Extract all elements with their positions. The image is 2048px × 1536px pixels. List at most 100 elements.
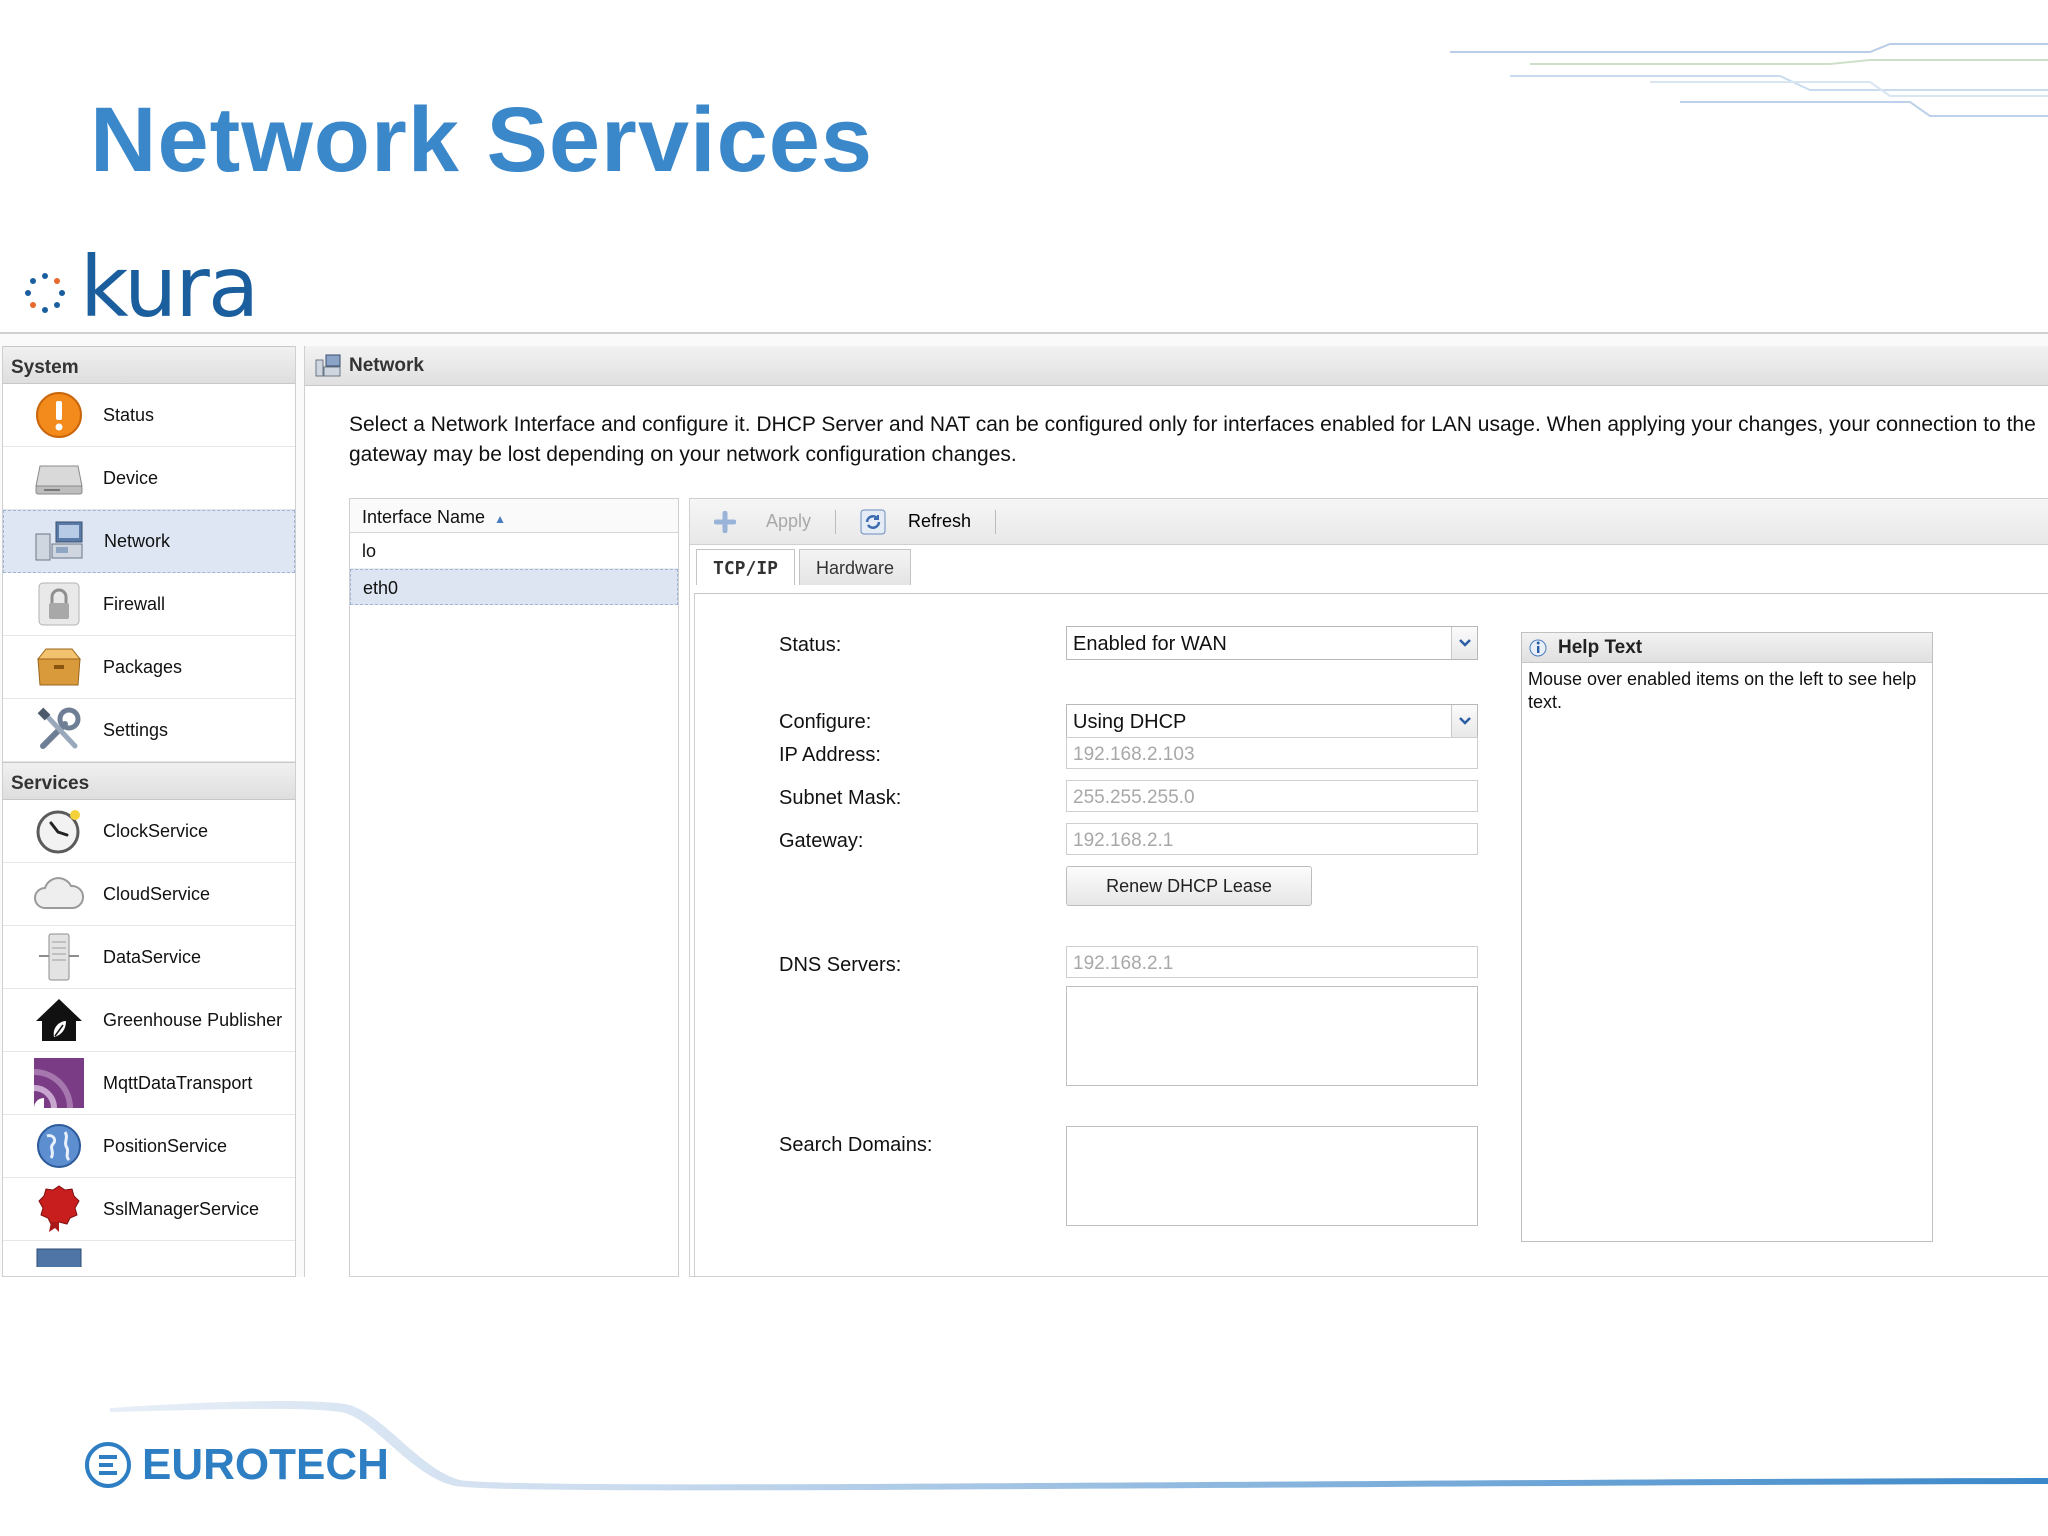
tab-tcp-ip[interactable]: TCP/IP xyxy=(696,549,796,585)
nav-item-settings[interactable]: Settings xyxy=(3,699,295,762)
monitor-icon xyxy=(33,1247,85,1278)
panel-header: Network xyxy=(305,346,2048,386)
ip-address-field[interactable]: 192.168.2.103 xyxy=(1066,737,1478,769)
nav-item-device[interactable]: Device xyxy=(3,447,295,510)
info-icon xyxy=(1529,639,1547,656)
search-domains-textarea[interactable] xyxy=(1066,1126,1478,1226)
chevron-down-icon xyxy=(1451,627,1477,659)
package-icon xyxy=(33,641,85,693)
status-label: Status: xyxy=(779,634,842,656)
network-icon xyxy=(34,516,86,568)
status-select[interactable]: Enabled for WAN xyxy=(1066,626,1478,660)
refresh-button[interactable]: Refresh xyxy=(846,507,985,537)
eurotech-logo-text: EUROTECH xyxy=(142,1440,389,1489)
search-domains-label: Search Domains: xyxy=(779,1134,933,1156)
nav-item-clockservice[interactable]: ClockService xyxy=(3,800,295,863)
configure-label: Configure: xyxy=(779,711,872,733)
nav-item-mqttdatatransport[interactable]: MqttDataTransport xyxy=(3,1052,295,1115)
interface-column-label: Interface Name xyxy=(362,507,486,527)
interface-table: Interface Name ▲ lo eth0 xyxy=(349,498,679,1277)
table-row[interactable]: lo xyxy=(350,533,678,569)
interface-config: Apply Refresh TCP/IP Hardware Status: En… xyxy=(689,498,2048,1277)
nav-label-network: Network xyxy=(104,531,171,551)
help-text-title: Help Text xyxy=(1558,636,1643,658)
subnet-mask-label: Subnet Mask: xyxy=(779,787,902,809)
dns-servers-field[interactable]: 192.168.2.1 xyxy=(1066,946,1478,978)
tab-hardware[interactable]: Hardware xyxy=(799,549,912,585)
config-toolbar: Apply Refresh xyxy=(690,499,2048,545)
apply-button[interactable]: Apply xyxy=(700,507,825,537)
network-panel: Network Select a Network Interface and c… xyxy=(304,346,2048,1277)
dns-servers-textarea[interactable] xyxy=(1066,986,1478,1086)
gateway-label: Gateway: xyxy=(779,830,864,852)
eurotech-emblem-icon xyxy=(85,1442,131,1488)
help-text-body: Mouse over enabled items on the left to … xyxy=(1528,669,1917,712)
nav-item-packages[interactable]: Packages xyxy=(3,636,295,699)
cloud-icon xyxy=(33,868,85,920)
slide-title: Network Services xyxy=(90,89,874,191)
refresh-icon xyxy=(860,509,886,534)
nav-label-firewall: Firewall xyxy=(103,593,166,614)
clock-icon xyxy=(33,805,85,857)
lock-icon xyxy=(33,578,85,630)
nav-item-dataservice[interactable]: DataService xyxy=(3,926,295,989)
configure-select-value: Using DHCP xyxy=(1073,711,1187,733)
nav-label-status: Status xyxy=(103,404,155,425)
nav-item-status[interactable]: Status xyxy=(3,384,295,447)
refresh-label: Refresh xyxy=(908,511,972,531)
chevron-down-icon xyxy=(1451,705,1477,737)
house-leaf-icon xyxy=(33,994,85,1046)
nav-label-cloudservice: CloudService xyxy=(103,883,211,904)
status-alert-icon xyxy=(33,389,85,441)
slide: Network Services kura System Status Devi… xyxy=(0,0,2048,1536)
status-select-value: Enabled for WAN xyxy=(1073,633,1227,655)
help-text-panel: Help Text Mouse over enabled items on th… xyxy=(1521,632,1933,1242)
nav-label-device: Device xyxy=(103,467,159,488)
subnet-mask-field[interactable]: 255.255.255.0 xyxy=(1066,780,1478,812)
kura-logo: kura xyxy=(22,252,259,336)
table-row[interactable]: eth0 xyxy=(350,569,678,605)
nav-item-cloudservice[interactable]: CloudService xyxy=(3,863,295,926)
plus-icon xyxy=(714,510,736,533)
apply-label: Apply xyxy=(766,511,812,531)
config-tabs: TCP/IP Hardware xyxy=(696,549,915,585)
kura-logo-text: kura xyxy=(80,252,259,336)
tools-icon xyxy=(33,704,85,756)
configure-select[interactable]: Using DHCP xyxy=(1066,704,1478,738)
nav-item-network[interactable]: Network xyxy=(3,510,295,573)
network-small-icon xyxy=(315,354,341,376)
toolbar-separator xyxy=(835,509,837,534)
help-text-header: Help Text xyxy=(1522,633,1932,663)
globe-icon xyxy=(33,1120,85,1172)
nav-label-clockservice: ClockService xyxy=(103,820,209,841)
seal-icon xyxy=(33,1183,85,1235)
panel-description: Select a Network Interface and configure… xyxy=(349,413,2036,466)
nav-item-sslmanagerservice[interactable]: SslManagerService xyxy=(3,1178,295,1241)
nav-item-firewall[interactable]: Firewall xyxy=(3,573,295,636)
nav-label-dataservice: DataService xyxy=(103,946,202,967)
app-header: kura xyxy=(0,252,2048,334)
signal-icon xyxy=(33,1057,85,1109)
interface-table-header[interactable]: Interface Name ▲ xyxy=(350,499,678,533)
kura-app-window: kura System Status Device Network Firewa… xyxy=(0,252,2048,1277)
nav-item-partial[interactable] xyxy=(3,1241,295,1277)
nav-label-packages: Packages xyxy=(103,656,183,677)
nav-label-settings: Settings xyxy=(103,719,169,740)
sort-ascending-icon: ▲ xyxy=(494,512,506,526)
tcp-ip-form: Status: Enabled for WAN Configure: Using… xyxy=(694,593,2048,1276)
nav-label-sslmanagerservice: SslManagerService xyxy=(103,1198,260,1219)
nav-label-mqttdatatransport: MqttDataTransport xyxy=(103,1072,253,1093)
eurotech-logo: EUROTECH xyxy=(84,1440,389,1490)
decorative-lines-top xyxy=(1450,43,2048,117)
kura-dots-icon xyxy=(25,273,65,313)
nav-item-greenhouse-publisher[interactable]: Greenhouse Publisher xyxy=(3,989,295,1052)
left-navigation: System Status Device Network Firewall Pa… xyxy=(2,346,296,1277)
nav-header-services: Services xyxy=(3,762,295,800)
gateway-field[interactable]: 192.168.2.1 xyxy=(1066,823,1478,855)
ip-address-label: IP Address: xyxy=(779,744,881,766)
nav-item-positionservice[interactable]: PositionService xyxy=(3,1115,295,1178)
nav-header-system: System xyxy=(3,346,295,384)
renew-dhcp-lease-button[interactable]: Renew DHCP Lease xyxy=(1066,866,1312,906)
toolbar-separator xyxy=(995,509,997,534)
panel-title: Network xyxy=(349,354,424,376)
